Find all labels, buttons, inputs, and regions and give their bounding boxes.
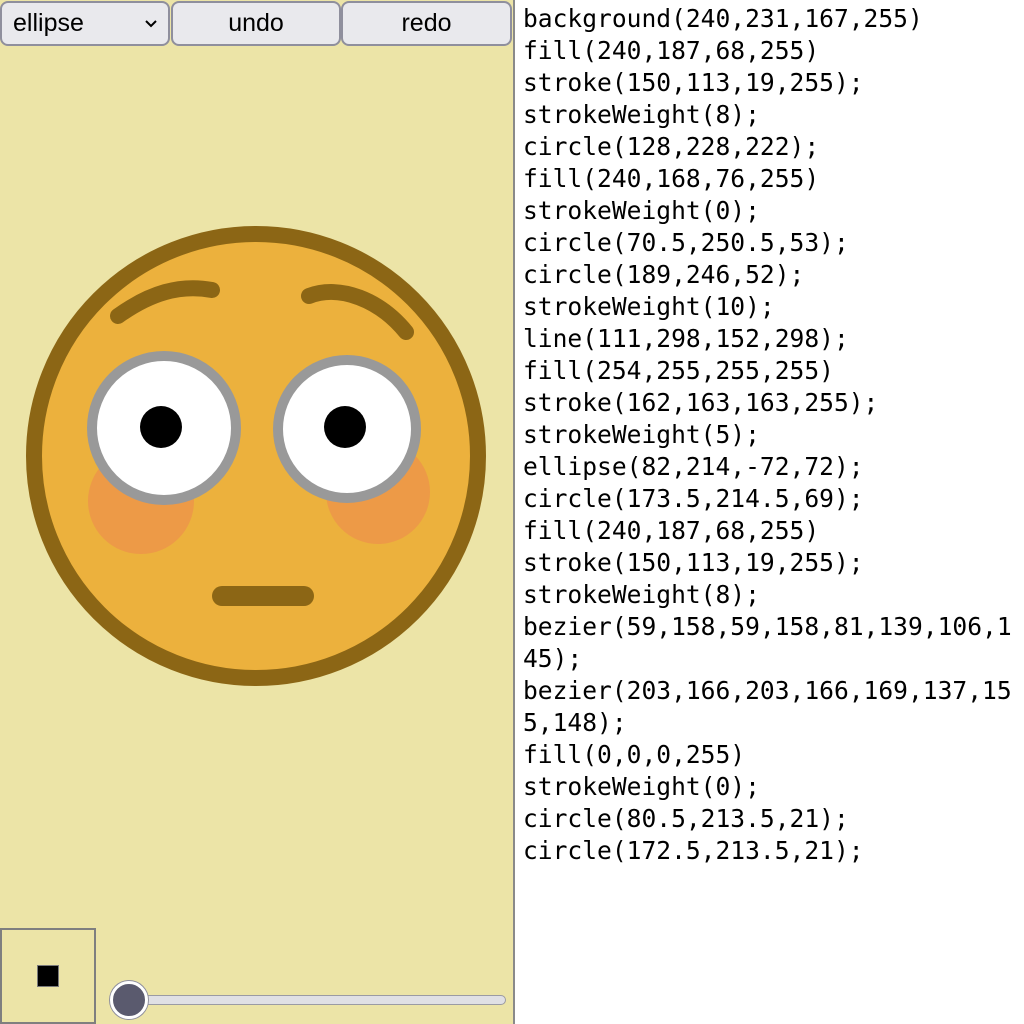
code-line: line(111,298,152,298); — [523, 324, 849, 353]
code-line: circle(128,228,222); — [523, 132, 820, 161]
stroke-weight-slider-track[interactable] — [112, 995, 506, 1005]
shape-select[interactable]: ellipse — [0, 1, 170, 46]
code-line: stroke(150,113,19,255); — [523, 548, 864, 577]
code-line: stroke(150,113,19,255); — [523, 68, 864, 97]
code-line: background(240,231,167,255) — [523, 4, 923, 33]
color-swatch-sample — [37, 965, 59, 987]
code-line: stroke(162,163,163,255); — [523, 388, 879, 417]
code-line: fill(0,0,0,255) — [523, 740, 746, 769]
code-line: fill(240,187,68,255) — [523, 516, 820, 545]
shape-select-value: ellipse — [13, 9, 84, 37]
code-line: circle(189,246,52); — [523, 260, 805, 289]
chevron-down-icon — [145, 19, 157, 27]
code-line: circle(80.5,213.5,21); — [523, 804, 849, 833]
code-line: circle(70.5,250.5,53); — [523, 228, 849, 257]
color-swatch[interactable] — [0, 928, 96, 1024]
code-line: strokeWeight(10); — [523, 292, 775, 321]
code-line: bezier(59,158,59,158,81,139,106,145); — [523, 612, 1012, 673]
undo-button[interactable]: undo — [171, 1, 341, 46]
left-pupil — [140, 406, 182, 448]
code-line: fill(240,168,76,255) — [523, 164, 820, 193]
code-line: strokeWeight(8); — [523, 100, 760, 129]
drawing-canvas[interactable] — [0, 47, 513, 927]
code-line: circle(172.5,213.5,21); — [523, 836, 864, 865]
code-line: fill(240,187,68,255) — [523, 36, 820, 65]
code-listing: background(240,231,167,255) fill(240,187,… — [523, 3, 1024, 867]
code-panel: background(240,231,167,255) fill(240,187,… — [513, 0, 1024, 1024]
code-line: ellipse(82,214,-72,72); — [523, 452, 864, 481]
code-line: strokeWeight(8); — [523, 580, 760, 609]
stroke-weight-slider-thumb[interactable] — [110, 981, 148, 1019]
code-line: strokeWeight(0); — [523, 772, 760, 801]
code-line: fill(254,255,255,255) — [523, 356, 834, 385]
redo-button[interactable]: redo — [341, 1, 512, 46]
code-line: circle(173.5,214.5,69); — [523, 484, 864, 513]
drawing-panel: ellipse undo redo — [0, 0, 513, 1024]
code-line: strokeWeight(5); — [523, 420, 760, 449]
code-line: bezier(203,166,203,166,169,137,155,148); — [523, 676, 1012, 737]
code-line: strokeWeight(0); — [523, 196, 760, 225]
right-pupil — [324, 406, 366, 448]
